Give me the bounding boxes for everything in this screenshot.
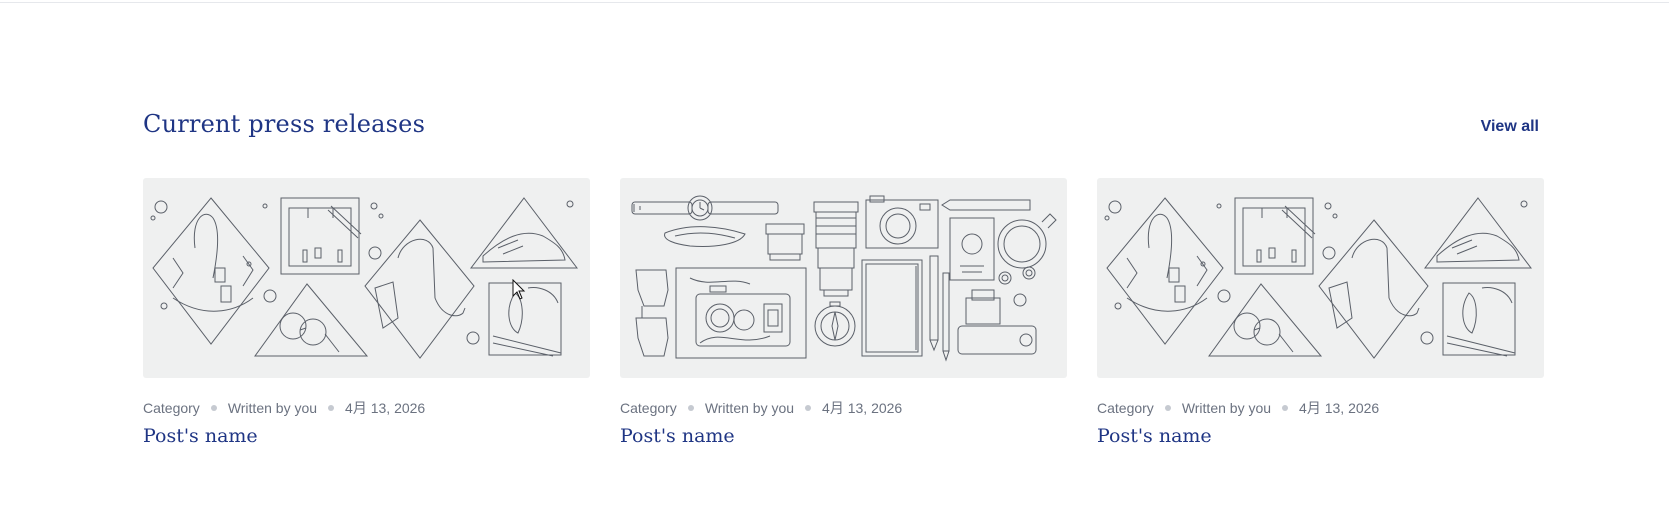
post-thumbnail[interactable] — [143, 178, 590, 378]
post-date: 4月 13, 2026 — [345, 400, 426, 416]
post-thumbnail[interactable] — [1097, 178, 1544, 378]
section-title: Current press releases — [143, 110, 426, 138]
post-category[interactable]: Category — [143, 400, 200, 416]
separator-dot-icon — [805, 405, 812, 411]
post-author: Written by you — [1181, 400, 1272, 416]
post-card[interactable]: Category Written by you 4月 13, 2026 Post… — [143, 178, 590, 447]
post-title-link[interactable]: Post's name — [620, 425, 1067, 447]
post-cards: Category Written by you 4月 13, 2026 Post… — [143, 178, 1544, 447]
top-divider — [0, 2, 1669, 3]
post-author: Written by you — [227, 400, 318, 416]
post-meta: Category Written by you 4月 13, 2026 — [1097, 399, 1544, 417]
view-all-link[interactable]: View all — [1481, 118, 1539, 136]
post-title-link[interactable]: Post's name — [143, 425, 590, 447]
post-meta: Category Written by you 4月 13, 2026 — [620, 399, 1067, 417]
fashion-accessories-illustration — [150, 197, 579, 359]
separator-dot-icon — [1282, 405, 1289, 411]
separator-dot-icon — [328, 405, 335, 411]
travel-gear-illustration — [631, 195, 1057, 362]
post-title-link[interactable]: Post's name — [1097, 425, 1544, 447]
post-date: 4月 13, 2026 — [1299, 400, 1380, 416]
separator-dot-icon — [1164, 405, 1171, 411]
separator-dot-icon — [687, 405, 694, 411]
post-author: Written by you — [704, 400, 795, 416]
section-header: Current press releases View all — [143, 105, 1543, 143]
post-thumbnail[interactable] — [620, 178, 1067, 378]
post-card[interactable]: Category Written by you 4月 13, 2026 Post… — [1097, 178, 1544, 447]
post-category[interactable]: Category — [1097, 400, 1154, 416]
post-category[interactable]: Category — [620, 400, 677, 416]
post-card[interactable]: Category Written by you 4月 13, 2026 Post… — [620, 178, 1067, 447]
fashion-accessories-illustration — [1104, 197, 1533, 359]
post-meta: Category Written by you 4月 13, 2026 — [143, 399, 590, 417]
press-releases-section: Current press releases View all Category… — [143, 105, 1544, 447]
separator-dot-icon — [210, 405, 217, 411]
post-date: 4月 13, 2026 — [822, 400, 903, 416]
